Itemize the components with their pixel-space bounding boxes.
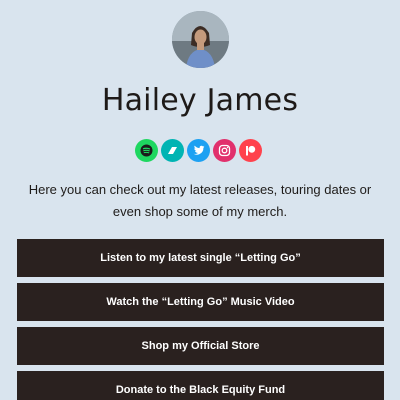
profile-name: Hailey James [101,83,299,118]
avatar-photo [172,11,229,68]
link-button-single[interactable]: Listen to my latest single “Letting Go” [17,239,384,277]
spotify-icon[interactable] [135,139,158,162]
link-button-video[interactable]: Watch the “Letting Go” Music Video [17,283,384,321]
twitter-icon[interactable] [187,139,210,162]
link-button-store[interactable]: Shop my Official Store [17,327,384,365]
avatar [172,11,229,68]
patreon-icon[interactable] [239,139,262,162]
social-icons [135,139,265,163]
bio-text: Here you can check out my latest release… [28,182,372,219]
link-list: Listen to my latest single “Letting Go” … [17,239,384,400]
link-button-donate[interactable]: Donate to the Black Equity Fund [17,371,384,400]
instagram-icon[interactable] [213,139,236,162]
bandsintown-icon[interactable] [161,139,184,162]
profile-page: Hailey James Here you can check out my l… [0,0,400,400]
